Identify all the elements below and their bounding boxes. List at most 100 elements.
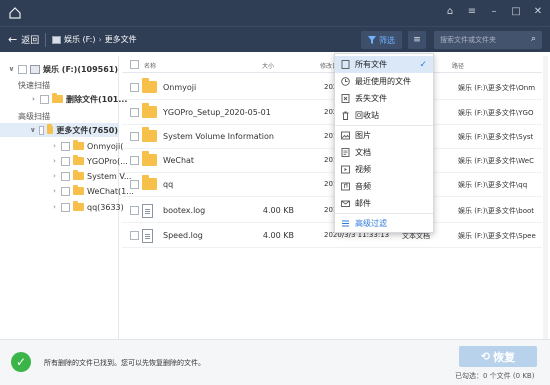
header-size[interactable]: 大小	[262, 61, 274, 70]
file-name: qq	[163, 180, 174, 189]
view-menu-button[interactable]: ≡	[408, 31, 426, 49]
tree-node-child[interactable]: › System V...	[51, 169, 131, 183]
row-checkbox[interactable]	[130, 206, 139, 215]
filter-option-images[interactable]: 图片	[335, 127, 433, 144]
filter-option-label: 最近使用的文件	[355, 77, 411, 86]
mail-icon	[341, 200, 350, 207]
close-button[interactable]: ✕	[530, 4, 546, 20]
header-name[interactable]: 名称	[144, 61, 156, 70]
tree-checkbox[interactable]	[38, 125, 45, 135]
table-row[interactable]: YGOPro_Setup_2020-05-01 202 娱乐 (F:)\更多文件…	[122, 101, 542, 125]
audio-icon	[341, 182, 350, 191]
folder-icon	[142, 103, 157, 118]
row-checkbox[interactable]	[130, 180, 139, 189]
filter-option-mail[interactable]: 邮件	[335, 195, 433, 212]
advanced-scan-label: 高级扫描	[18, 111, 50, 121]
filter-option-all-files[interactable]: 所有文件 ✓	[335, 56, 433, 73]
tree-node-child[interactable]: › YGOPro(...	[51, 154, 128, 168]
tree-node-child[interactable]: › qq(3633)	[51, 200, 124, 214]
filter-option-lost[interactable]: 丢失文件	[335, 90, 433, 107]
row-checkbox[interactable]	[130, 83, 139, 92]
filter-option-video[interactable]: 视频	[335, 161, 433, 178]
upload-icon[interactable]: ⌂	[442, 4, 458, 20]
tree-node-more-files[interactable]: ∨ 更多文件(7650)	[0, 123, 118, 137]
breadcrumb-drive[interactable]: 娱乐 (F:)	[64, 34, 95, 45]
window-controls: ⌂ ≡ – □ ✕	[442, 4, 546, 20]
file-name: WeChat	[163, 156, 195, 165]
select-all-checkbox[interactable]	[130, 60, 139, 69]
tree-checkbox[interactable]	[61, 141, 70, 151]
collapse-icon[interactable]: ∨	[30, 126, 36, 134]
table-row[interactable]: WeChat 201 娱乐 (F:)\更多文件\WeC	[122, 149, 542, 173]
toolbar-divider	[45, 33, 46, 47]
tree-checkbox[interactable]	[40, 94, 49, 104]
status-bar: ✓ 所有删除的文件已找到。您可以先恢复删除的文件。 ⟲ 恢复 已勾选：0 个文件…	[0, 339, 550, 385]
tree-checkbox[interactable]	[18, 64, 27, 74]
tree-checkbox[interactable]	[61, 171, 70, 181]
folder-icon	[142, 127, 157, 142]
folder-icon	[142, 151, 157, 166]
collapse-icon[interactable]: ∨	[8, 65, 15, 73]
header-path[interactable]: 路径	[452, 61, 464, 70]
row-checkbox[interactable]	[130, 231, 139, 240]
filter-option-advanced[interactable]: 高级过滤	[335, 215, 433, 232]
expand-icon[interactable]: ›	[51, 142, 58, 150]
success-check-icon: ✓	[11, 352, 31, 372]
vertical-scrollbar[interactable]	[543, 56, 548, 339]
back-label: 返回	[21, 36, 40, 46]
tree-checkbox[interactable]	[61, 156, 70, 166]
search-box: ⌕	[434, 31, 542, 49]
tree-node-deleted[interactable]: › 删除文件(101...	[30, 92, 127, 106]
filter-option-recent[interactable]: 最近使用的文件	[335, 73, 433, 90]
menu-icon[interactable]: ≡	[464, 4, 480, 20]
tree-child-label: qq(3633)	[87, 202, 124, 212]
search-icon[interactable]: ⌕	[531, 34, 536, 44]
title-bar: ⌂ ≡ – □ ✕	[0, 0, 550, 26]
minimize-button[interactable]: –	[486, 4, 502, 20]
table-row[interactable]: System Volume Information 201 娱乐 (F:)\更多…	[122, 125, 542, 149]
filter-option-audio[interactable]: 音频	[335, 178, 433, 195]
folder-icon	[73, 185, 84, 195]
quick-scan-label: 快速扫描	[18, 80, 50, 90]
tree-root-label: 娱乐 (F:)(109561)	[43, 64, 119, 74]
file-name: bootex.log	[163, 206, 206, 215]
expand-icon[interactable]: ›	[30, 95, 37, 103]
tree-checkbox[interactable]	[61, 202, 70, 212]
filter-option-documents[interactable]: 文档	[335, 144, 433, 161]
folder-icon	[142, 78, 157, 93]
tree-node-root[interactable]: ∨ 娱乐 (F:)(109561)	[8, 62, 118, 76]
recover-button[interactable]: ⟲ 恢复	[459, 346, 537, 367]
row-checkbox[interactable]	[130, 132, 139, 141]
back-button[interactable]: ← 返回	[8, 33, 39, 46]
expand-icon[interactable]: ›	[51, 157, 58, 165]
maximize-button[interactable]: □	[508, 4, 524, 20]
expand-icon[interactable]: ›	[51, 203, 58, 211]
table-row[interactable]: qq 201 娱乐 (F:)\更多文件\qq	[122, 173, 542, 197]
row-checkbox[interactable]	[130, 108, 139, 117]
recover-icon: ⟲	[480, 350, 491, 363]
toolbar: ← 返回 娱乐 (F:) › 更多文件 筛选 ≡ ⌕	[0, 26, 550, 52]
table-row[interactable]: bootex.log 4.00 KB 201 娱乐 (F:)\更多文件\boot	[122, 199, 542, 223]
expand-icon[interactable]: ›	[51, 187, 58, 195]
file-size: 4.00 KB	[262, 206, 294, 215]
filter-option-label: 文档	[355, 148, 371, 157]
table-row[interactable]: Onmyoji 202 娱乐 (F:)\更多文件\Onm	[122, 76, 542, 100]
document-file-icon	[142, 229, 153, 243]
breadcrumb-folder[interactable]: 更多文件	[105, 34, 137, 45]
tree-checkbox[interactable]	[61, 186, 70, 196]
home-icon[interactable]	[8, 6, 22, 20]
expand-icon[interactable]: ›	[51, 172, 58, 180]
row-checkbox[interactable]	[130, 156, 139, 165]
breadcrumb-separator: ›	[98, 35, 102, 44]
tree-more-files-label: 更多文件(7650)	[56, 125, 118, 135]
tree-node-child[interactable]: › Onmyoji(...	[51, 139, 131, 153]
table-row[interactable]: Speed.log 4.00 KB 2020/3/3 11:33:13 文本文档…	[122, 224, 542, 248]
filter-button[interactable]: 筛选	[361, 31, 402, 49]
filter-option-recycle-bin[interactable]: 回收站	[335, 107, 433, 124]
file-path: 娱乐 (F:)\更多文件\Onm	[458, 84, 536, 92]
video-icon	[341, 165, 350, 174]
file-size: 4.00 KB	[262, 231, 294, 240]
search-input[interactable]	[434, 31, 522, 49]
back-arrow-icon: ←	[8, 33, 18, 46]
document-icon	[341, 148, 350, 157]
